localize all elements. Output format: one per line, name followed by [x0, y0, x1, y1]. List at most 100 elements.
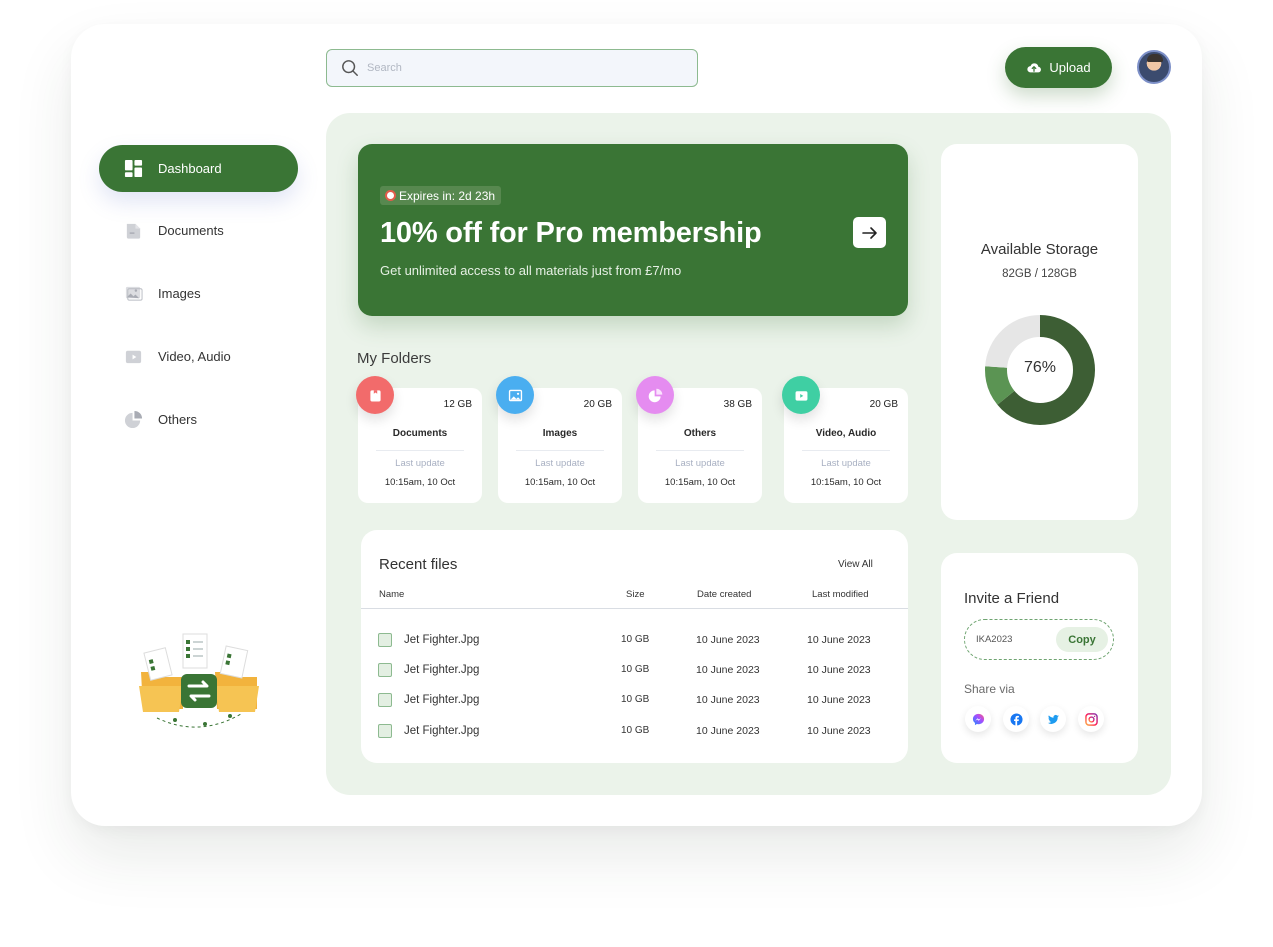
invite-card: Invite a Friend IKA2023 Copy Share via: [941, 553, 1138, 763]
table-row[interactable]: Jet Fighter.Jpg 10 GB 10 June 2023 10 Ju…: [361, 630, 908, 650]
sidebar-item-video-audio[interactable]: Video, Audio: [99, 333, 298, 380]
column-header-name: Name: [379, 589, 405, 600]
video-icon: [782, 376, 820, 414]
sidebar-item-label: Video, Audio: [158, 349, 231, 364]
facebook-icon[interactable]: [1003, 706, 1029, 732]
dashboard-icon: [123, 159, 143, 179]
document-icon: [356, 376, 394, 414]
last-update-value: 10:15am, 10 Oct: [384, 477, 456, 488]
sidebar-item-dashboard[interactable]: Dashboard: [99, 145, 298, 192]
file-size: 10 GB: [621, 725, 650, 736]
messenger-icon[interactable]: [965, 706, 991, 732]
table-row[interactable]: Jet Fighter.Jpg 10 GB 10 June 2023 10 Ju…: [361, 690, 908, 710]
last-update-value: 10:15am, 10 Oct: [664, 477, 736, 488]
invite-code-field[interactable]: IKA2023 Copy: [964, 619, 1114, 660]
file-name: Jet Fighter.Jpg: [404, 634, 480, 646]
divider: [516, 450, 604, 451]
sidebar-item-label: Others: [158, 412, 198, 427]
file-modified: 10 June 2023: [807, 664, 871, 676]
storage-card: Available Storage 82GB / 128GB 76%: [941, 144, 1138, 520]
folder-name: Video, Audio: [815, 428, 877, 439]
file-modified: 10 June 2023: [807, 694, 871, 706]
row-checkbox[interactable]: [378, 724, 392, 738]
alarm-clock-icon: [385, 190, 396, 201]
promo-subtitle: Get unlimited access to all materials ju…: [380, 263, 682, 278]
folder-size: 38 GB: [723, 399, 752, 410]
last-update-label: Last update: [395, 458, 445, 469]
video-icon: [123, 347, 143, 367]
column-header-size: Size: [626, 589, 645, 600]
divider: [376, 450, 464, 451]
file-created: 10 June 2023: [696, 634, 760, 646]
folder-name: Others: [683, 428, 717, 439]
avatar[interactable]: [1137, 50, 1171, 84]
twitter-icon[interactable]: [1040, 706, 1066, 732]
invite-code: IKA2023: [976, 634, 1013, 645]
column-header-last-modified: Last modified: [812, 589, 869, 600]
folder-size: 12 GB: [443, 399, 472, 410]
file-size: 10 GB: [621, 664, 650, 675]
column-header-date-created: Date created: [697, 589, 752, 600]
view-all-link[interactable]: View All: [838, 559, 873, 570]
search-icon: [342, 60, 358, 76]
folder-card-documents[interactable]: 12 GB Documents Last update 10:15am, 10 …: [356, 376, 482, 503]
expiry-badge: Expires in: 2d 23h: [380, 186, 502, 205]
pie-icon: [636, 376, 674, 414]
sidebar-item-images[interactable]: Images: [99, 270, 298, 317]
table-row[interactable]: Jet Fighter.Jpg 10 GB 10 June 2023 10 Ju…: [361, 660, 908, 680]
recent-files-card: Recent files View All Name Size Date cre…: [361, 530, 908, 763]
file-size: 10 GB: [621, 634, 650, 645]
file-created: 10 June 2023: [696, 694, 760, 706]
file-name: Jet Fighter.Jpg: [404, 725, 480, 737]
divider: [802, 450, 890, 451]
pie-icon: [123, 410, 143, 430]
file-created: 10 June 2023: [696, 664, 760, 676]
storage-title: Available Storage: [980, 241, 1099, 258]
file-modified: 10 June 2023: [807, 725, 871, 737]
copy-button[interactable]: Copy: [1056, 627, 1108, 652]
folder-size: 20 GB: [869, 399, 898, 410]
invite-title: Invite a Friend: [964, 590, 1060, 607]
promo-arrow-button[interactable]: [853, 217, 886, 248]
row-checkbox[interactable]: [378, 663, 392, 677]
sidebar-item-label: Dashboard: [158, 161, 222, 176]
row-checkbox[interactable]: [378, 693, 392, 707]
image-icon: [123, 284, 143, 304]
folder-card-video-audio[interactable]: 20 GB Video, Audio Last update 10:15am, …: [782, 376, 908, 503]
promo-title: 10% off for Pro membership: [380, 217, 762, 249]
last-update-value: 10:15am, 10 Oct: [810, 477, 882, 488]
storage-value: 82GB / 128GB: [1002, 268, 1077, 280]
search-input[interactable]: [367, 62, 687, 74]
file-modified: 10 June 2023: [807, 634, 871, 646]
image-icon: [496, 376, 534, 414]
folder-name: Documents: [392, 428, 448, 439]
file-name: Jet Fighter.Jpg: [404, 664, 480, 676]
sidebar-item-documents[interactable]: Documents: [99, 207, 298, 254]
file-transfer-illustration: [139, 633, 259, 728]
folder-card-images[interactable]: 20 GB Images Last update 10:15am, 10 Oct: [496, 376, 622, 503]
header-divider: [361, 608, 908, 609]
upload-label: Upload: [1049, 60, 1091, 75]
folder-card-others[interactable]: 38 GB Others Last update 10:15am, 10 Oct: [636, 376, 762, 503]
sidebar-item-label: Documents: [158, 223, 224, 238]
row-checkbox[interactable]: [378, 633, 392, 647]
file-size: 10 GB: [621, 694, 650, 705]
arrow-right-icon: [861, 226, 877, 239]
upload-button[interactable]: Upload: [1005, 47, 1112, 88]
last-update-label: Last update: [675, 458, 725, 469]
folder-name: Images: [542, 428, 578, 439]
table-row[interactable]: Jet Fighter.Jpg 10 GB 10 June 2023 10 Ju…: [361, 721, 908, 741]
file-name: Jet Fighter.Jpg: [404, 694, 480, 706]
divider: [656, 450, 744, 451]
cloud-upload-icon: [1027, 62, 1042, 72]
last-update-label: Last update: [535, 458, 585, 469]
search-bar[interactable]: [326, 49, 698, 87]
promo-banner: Expires in: 2d 23h 10% off for Pro membe…: [358, 144, 908, 316]
instagram-icon[interactable]: [1078, 706, 1104, 732]
recent-files-title: Recent files: [379, 556, 458, 573]
document-icon: [123, 221, 143, 241]
sidebar-item-others[interactable]: Others: [99, 396, 298, 443]
folder-size: 20 GB: [583, 399, 612, 410]
file-created: 10 June 2023: [696, 725, 760, 737]
storage-percent: 76%: [1023, 359, 1057, 376]
